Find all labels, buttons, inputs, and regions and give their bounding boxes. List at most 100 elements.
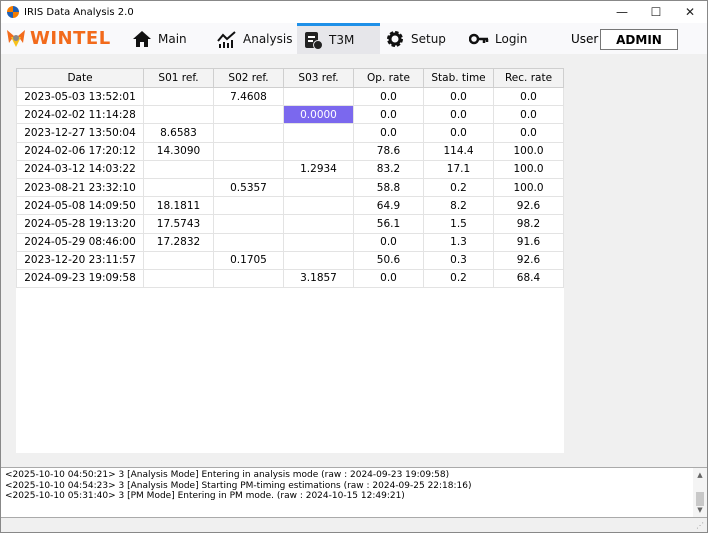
table-cell[interactable]: 0.0	[423, 123, 494, 143]
table-cell[interactable]: 2023-08-21 23:32:10	[16, 177, 144, 198]
table-cell[interactable]	[283, 123, 354, 143]
table-cell[interactable]: 0.3	[423, 250, 494, 270]
table-cell[interactable]: 0.0	[493, 123, 564, 143]
table-cell[interactable]: 83.2	[353, 159, 424, 179]
table-cell[interactable]	[283, 141, 354, 161]
table-row[interactable]: 2023-12-20 23:11:57 0.1705 50.6 0.3 92.6	[16, 250, 564, 270]
resize-grip-icon[interactable]: ⋰	[696, 521, 704, 530]
table-cell[interactable]	[213, 232, 284, 252]
column-header[interactable]: Date	[16, 68, 144, 88]
table-cell[interactable]: 8.6583	[143, 123, 214, 143]
table-cell[interactable]	[283, 86, 354, 107]
tab-login[interactable]: Login	[463, 23, 533, 54]
table-cell[interactable]: 0.2	[423, 177, 494, 198]
table-cell[interactable]: 8.2	[423, 196, 494, 216]
table-cell[interactable]: 18.1811	[143, 196, 214, 216]
table-row[interactable]: 2023-05-03 13:52:01 7.4608 0.0 0.0 0.0	[16, 86, 564, 107]
table-cell[interactable]: 92.6	[493, 196, 564, 216]
table-cell[interactable]: 91.6	[493, 232, 564, 252]
tab-t3m[interactable]: T3M	[297, 23, 380, 54]
table-cell[interactable]: 3.1857	[283, 268, 354, 289]
column-header[interactable]: Op. rate	[353, 68, 424, 88]
tab-setup[interactable]: Setup	[379, 23, 452, 54]
table-cell[interactable]: 17.1	[423, 159, 494, 179]
table-cell[interactable]	[213, 196, 284, 216]
table-cell[interactable]: 0.0	[353, 268, 424, 289]
table-cell[interactable]: 1.3	[423, 232, 494, 252]
table-row[interactable]: 2024-05-08 14:09:50 18.1811 64.9 8.2 92.6	[16, 196, 564, 216]
table-cell[interactable]: 0.2	[423, 268, 494, 289]
table-cell[interactable]: 14.3090	[143, 141, 214, 161]
table-cell[interactable]: 78.6	[353, 141, 424, 161]
table-cell[interactable]: 2023-12-20 23:11:57	[16, 250, 144, 270]
table-cell[interactable]: 56.1	[353, 214, 424, 234]
table-cell[interactable]: 58.8	[353, 177, 424, 198]
column-header[interactable]: Rec. rate	[493, 68, 564, 88]
column-header[interactable]: S02 ref.	[213, 68, 284, 88]
table-cell[interactable]	[213, 159, 284, 179]
table-cell[interactable]: 2024-02-02 11:14:28	[16, 105, 144, 125]
close-button[interactable]: ✕	[673, 1, 707, 23]
table-cell[interactable]	[143, 105, 214, 125]
table-cell[interactable]: 17.5743	[143, 214, 214, 234]
column-header[interactable]: Stab. time	[423, 68, 494, 88]
table-cell[interactable]: 98.2	[493, 214, 564, 234]
table-row[interactable]: 2024-02-02 11:14:28 0.0000 0.0 0.0 0.0	[16, 105, 564, 125]
log-scrollbar[interactable]: ▲ ▼	[693, 468, 707, 517]
column-header[interactable]: S03 ref.	[283, 68, 354, 88]
maximize-button[interactable]: ☐	[639, 1, 673, 23]
table-cell[interactable]	[213, 141, 284, 161]
table-cell[interactable]: 2024-03-12 14:03:22	[16, 159, 144, 179]
table-cell[interactable]: 92.6	[493, 250, 564, 270]
table-cell[interactable]: 68.4	[493, 268, 564, 289]
table-cell[interactable]: 17.2832	[143, 232, 214, 252]
table-row[interactable]: 2023-12-27 13:50:04 8.6583 0.0 0.0 0.0	[16, 123, 564, 143]
table-cell[interactable]: 7.4608	[213, 86, 284, 107]
minimize-button[interactable]: —	[605, 1, 639, 23]
table-cell[interactable]: 0.0	[493, 105, 564, 125]
table-cell[interactable]	[143, 250, 214, 270]
table-cell[interactable]: 2024-02-06 17:20:12	[16, 141, 144, 161]
table-cell[interactable]: 1.5	[423, 214, 494, 234]
table-cell[interactable]	[143, 268, 214, 289]
table-row[interactable]: 2024-09-23 19:09:58 3.1857 0.0 0.2 68.4	[16, 268, 564, 289]
table-cell[interactable]: 100.0	[493, 141, 564, 161]
table-cell[interactable]	[283, 177, 354, 198]
column-header[interactable]: S01 ref.	[143, 68, 214, 88]
table-cell[interactable]: 0.0	[353, 123, 424, 143]
tab-analysis[interactable]: Analysis	[211, 23, 298, 54]
table-row[interactable]: 2024-02-06 17:20:12 14.3090 78.6 114.4 100.0	[16, 141, 564, 161]
table-cell[interactable]: 0.0	[423, 105, 494, 125]
table-cell[interactable]	[213, 123, 284, 143]
table-cell[interactable]: 2024-09-23 19:09:58	[16, 268, 144, 289]
table-cell[interactable]: 0.1705	[213, 250, 284, 270]
table-cell[interactable]: 1.2934	[283, 159, 354, 179]
table-cell[interactable]: 2024-05-28 19:13:20	[16, 214, 144, 234]
table-cell[interactable]: 0.0	[353, 232, 424, 252]
table-cell[interactable]: 0.0000	[283, 105, 354, 125]
table-cell[interactable]	[283, 196, 354, 216]
table-cell[interactable]: 0.0	[353, 105, 424, 125]
table-cell[interactable]	[213, 214, 284, 234]
table-cell[interactable]	[143, 86, 214, 107]
user-field[interactable]: ADMIN	[600, 29, 678, 50]
table-cell[interactable]: 100.0	[493, 177, 564, 198]
table-cell[interactable]	[283, 214, 354, 234]
table-cell[interactable]: 0.0	[493, 86, 564, 107]
table-cell[interactable]	[143, 177, 214, 198]
table-row[interactable]: 2023-08-21 23:32:10 0.5357 58.8 0.2 100.0	[16, 177, 564, 198]
table-row[interactable]: 2024-05-29 08:46:00 17.2832 0.0 1.3 91.6	[16, 232, 564, 252]
table-cell[interactable]	[213, 268, 284, 289]
table-cell[interactable]: 0.0	[353, 86, 424, 107]
table-cell[interactable]: 2023-05-03 13:52:01	[16, 86, 144, 107]
table-cell[interactable]: 114.4	[423, 141, 494, 161]
table-row[interactable]: 2024-03-12 14:03:22 1.2934 83.2 17.1 100.0	[16, 159, 564, 179]
table-cell[interactable]	[283, 250, 354, 270]
table-cell[interactable]	[213, 105, 284, 125]
table-cell[interactable]: 0.0	[423, 86, 494, 107]
table-cell[interactable]: 100.0	[493, 159, 564, 179]
table-row[interactable]: 2024-05-28 19:13:20 17.5743 56.1 1.5 98.2	[16, 214, 564, 234]
table-cell[interactable]: 2024-05-08 14:09:50	[16, 196, 144, 216]
scroll-down-icon[interactable]: ▼	[693, 505, 707, 516]
table-cell[interactable]: 50.6	[353, 250, 424, 270]
